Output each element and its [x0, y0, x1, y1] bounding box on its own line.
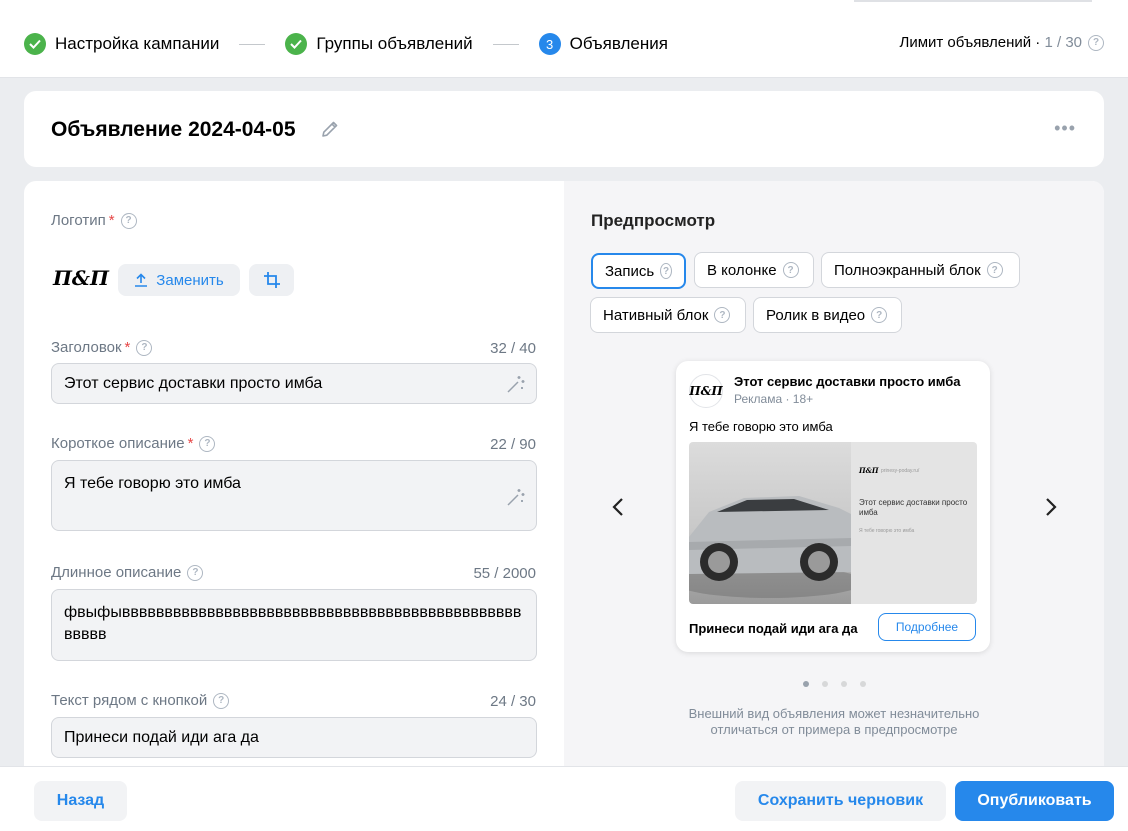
- preview-note: Внешний вид объявления может незначитель…: [688, 706, 980, 737]
- upload-icon: [135, 273, 148, 287]
- step-ads[interactable]: 3 Объявления: [538, 33, 668, 55]
- help-icon[interactable]: ?: [660, 263, 672, 279]
- short-description-label: Короткое описание *?: [51, 435, 216, 452]
- step-separator: [239, 43, 266, 45]
- ad-title-card: Объявление 2024-04-05 •••: [24, 91, 1104, 167]
- top-strip: [854, 0, 1092, 2]
- post-cta-text: Принеси подай иди ага да: [689, 621, 858, 636]
- button-text-input[interactable]: Принеси подай иди ага да: [51, 717, 537, 758]
- preview-panel: Предпросмотр Запись? В колонке? Полноэкр…: [564, 181, 1104, 781]
- ad-editor: Логотип *? П&П Заменить Заголовок *? 32 / …: [24, 181, 1104, 781]
- chip-fullscreen[interactable]: Полноэкранный блок?: [821, 252, 1020, 288]
- headline-counter: 32 / 40: [490, 340, 536, 357]
- edit-icon[interactable]: [320, 119, 340, 144]
- preview-title: Предпросмотр: [591, 211, 716, 230]
- logo-label: Логотип *?: [51, 212, 137, 229]
- back-button[interactable]: Назад: [34, 781, 127, 821]
- crop-button[interactable]: [249, 264, 294, 296]
- chevron-left-icon[interactable]: [611, 497, 625, 517]
- step-number: 3: [538, 33, 561, 55]
- more-details-button[interactable]: Подробнее: [878, 613, 976, 641]
- help-icon[interactable]: ?: [136, 339, 153, 356]
- post-image: П&П prinesy-poday.ru/ Этот сервис достав…: [689, 442, 977, 604]
- replace-label: Заменить: [156, 271, 224, 289]
- button-text-label: Текст рядом с кнопкой?: [51, 692, 230, 709]
- check-icon: [24, 33, 46, 55]
- carousel-pager: [803, 681, 866, 687]
- magic-wand-icon[interactable]: [506, 374, 526, 394]
- short-description-counter: 22 / 90: [490, 436, 536, 453]
- post-preview: П&П Этот сервис доставки просто имба Рек…: [676, 361, 990, 652]
- help-icon[interactable]: ?: [187, 564, 204, 581]
- ad-title: Объявление 2024-04-05: [51, 118, 296, 141]
- check-icon: [285, 33, 308, 55]
- footer-bar: Назад Сохранить черновик Опубликовать: [0, 766, 1128, 831]
- magic-wand-icon[interactable]: [506, 487, 526, 507]
- help-icon[interactable]: ?: [714, 307, 731, 323]
- headline-input[interactable]: Этот сервис доставки просто имба: [51, 363, 537, 404]
- publish-button[interactable]: Опубликовать: [955, 781, 1114, 821]
- pager-dot[interactable]: [860, 681, 866, 687]
- step-ad-groups[interactable]: Группы объявлений: [285, 33, 473, 55]
- long-description-input[interactable]: фвыфыввввввввввввввввввввввввввввввввввв…: [51, 589, 537, 661]
- top-bar: Настройка кампании Группы объявлений 3 О…: [0, 0, 1128, 78]
- post-text: Я тебе говорю это имба: [689, 419, 833, 434]
- help-icon[interactable]: ?: [782, 262, 799, 278]
- chip-native[interactable]: Нативный блок?: [590, 297, 746, 333]
- ads-limit: Лимит объявлений · 1 / 30 ?: [899, 34, 1104, 51]
- limit-label: Лимит объявлений ·: [899, 34, 1041, 51]
- help-icon[interactable]: ?: [871, 307, 888, 323]
- short-description-input[interactable]: Я тебе говорю это имба: [51, 460, 537, 531]
- step-label: Группы объявлений: [316, 34, 473, 53]
- logo-image: П&П: [53, 266, 109, 290]
- car-image: [689, 442, 864, 604]
- stepper: Настройка кампании Группы объявлений 3 О…: [24, 32, 668, 56]
- crop-icon: [263, 272, 280, 288]
- pager-dot[interactable]: [841, 681, 847, 687]
- post-author: Этот сервис доставки просто имба: [734, 374, 961, 389]
- avatar: П&П: [689, 374, 723, 408]
- headline-label: Заголовок *?: [51, 339, 153, 356]
- step-separator: [492, 43, 519, 45]
- post-meta: Реклама · 18+: [734, 392, 814, 406]
- help-icon[interactable]: ?: [213, 692, 230, 709]
- button-text-counter: 24 / 30: [490, 693, 536, 710]
- long-description-label: Длинное описание?: [51, 564, 204, 581]
- ad-form: Логотип *? П&П Заменить Заголовок *? 32 / …: [24, 181, 564, 781]
- more-icon[interactable]: •••: [1054, 118, 1076, 139]
- help-icon[interactable]: ?: [1088, 34, 1104, 51]
- help-icon[interactable]: ?: [986, 262, 1003, 278]
- chip-post[interactable]: Запись?: [591, 253, 686, 289]
- chevron-right-icon[interactable]: [1044, 497, 1058, 517]
- pager-dot[interactable]: [822, 681, 828, 687]
- step-label: Настройка кампании: [55, 34, 220, 53]
- long-description-counter: 55 / 2000: [473, 565, 536, 582]
- chip-video[interactable]: Ролик в видео?: [753, 297, 902, 333]
- chip-column[interactable]: В колонке?: [694, 252, 814, 288]
- help-icon[interactable]: ?: [120, 212, 137, 229]
- step-label: Объявления: [569, 34, 668, 53]
- replace-logo-button[interactable]: Заменить: [118, 264, 240, 296]
- pager-dot[interactable]: [803, 681, 809, 687]
- help-icon[interactable]: ?: [199, 435, 216, 452]
- save-draft-button[interactable]: Сохранить черновик: [735, 781, 946, 821]
- limit-value: 1 / 30: [1044, 34, 1082, 51]
- step-campaign-settings[interactable]: Настройка кампании: [24, 33, 219, 55]
- ad-banner-text: П&П prinesy-poday.ru/ Этот сервис достав…: [851, 442, 977, 604]
